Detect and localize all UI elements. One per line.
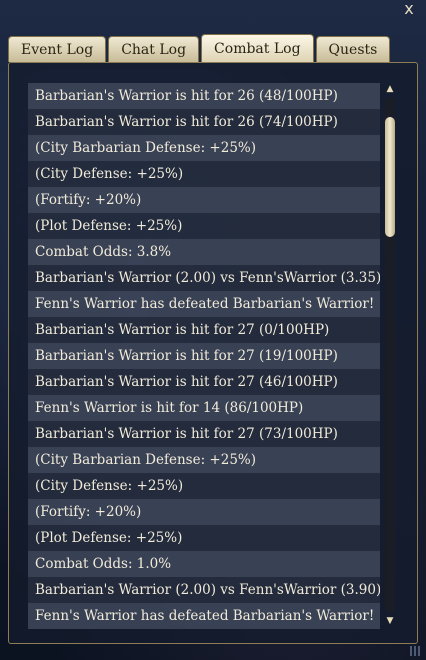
log-entry: (City Defense: +25%) bbox=[28, 161, 380, 187]
scroll-down-button[interactable]: ▼ bbox=[383, 615, 397, 627]
scroll-up-button[interactable]: ▲ bbox=[383, 83, 397, 95]
combat-log-window: x Event Log Chat Log Combat Log Quests B… bbox=[0, 0, 426, 660]
tab-quests[interactable]: Quests bbox=[315, 36, 391, 62]
triangle-up-icon: ▲ bbox=[386, 84, 394, 94]
tab-chat-log[interactable]: Chat Log bbox=[108, 36, 200, 62]
log-entry: Barbarian's Warrior is hit for 27 (0/100… bbox=[28, 317, 380, 343]
log-entry: Fenn's Warrior has defeated Barbarian's … bbox=[28, 291, 380, 317]
log-entry: (Fortify: +20%) bbox=[28, 187, 380, 213]
scroll-track[interactable] bbox=[385, 97, 395, 613]
log-entry: (City Barbarian Defense: +25%) bbox=[28, 447, 380, 473]
log-entry: Barbarian's Warrior is hit for 27 (46/10… bbox=[28, 369, 380, 395]
vertical-scrollbar[interactable]: ▲ ▼ bbox=[383, 83, 397, 627]
log-entry: Fenn's Warrior is hit for 14 (86/100HP) bbox=[28, 395, 380, 421]
log-entry: (Fortify: +20%) bbox=[28, 499, 380, 525]
log-entry: Barbarian's Warrior is hit for 27 (73/10… bbox=[28, 421, 380, 447]
resize-grip[interactable] bbox=[410, 646, 422, 656]
tab-combat-log[interactable]: Combat Log bbox=[201, 34, 314, 63]
log-entry: Fenn's Warrior has defeated Barbarian's … bbox=[28, 603, 380, 629]
close-button[interactable]: x bbox=[400, 0, 418, 18]
tab-bar: Event Log Chat Log Combat Log Quests bbox=[8, 34, 392, 64]
log-entry: Barbarian's Warrior is hit for 27 (19/10… bbox=[28, 343, 380, 369]
log-entry: Combat Odds: 3.8% bbox=[28, 239, 380, 265]
log-entry: Barbarian's Warrior (2.00) vs Fenn'sWarr… bbox=[28, 577, 380, 603]
tab-event-log[interactable]: Event Log bbox=[8, 36, 107, 62]
scroll-thumb[interactable] bbox=[385, 117, 395, 237]
close-icon: x bbox=[404, 0, 414, 18]
log-entry: Barbarian's Warrior is hit for 26 (48/10… bbox=[28, 83, 380, 109]
log-entry: Barbarian's Warrior (2.00) vs Fenn'sWarr… bbox=[28, 265, 380, 291]
log-entry: (City Barbarian Defense: +25%) bbox=[28, 135, 380, 161]
log-entry: (City Defense: +25%) bbox=[28, 473, 380, 499]
combat-log-list[interactable]: Barbarian's Warrior is hit for 26 (48/10… bbox=[28, 83, 380, 630]
log-entry: (Plot Defense: +25%) bbox=[28, 525, 380, 551]
log-entry: (Plot Defense: +25%) bbox=[28, 213, 380, 239]
triangle-down-icon: ▼ bbox=[386, 616, 394, 626]
log-entry: Combat Odds: 1.0% bbox=[28, 551, 380, 577]
log-entry: Barbarian's Warrior is hit for 26 (74/10… bbox=[28, 109, 380, 135]
